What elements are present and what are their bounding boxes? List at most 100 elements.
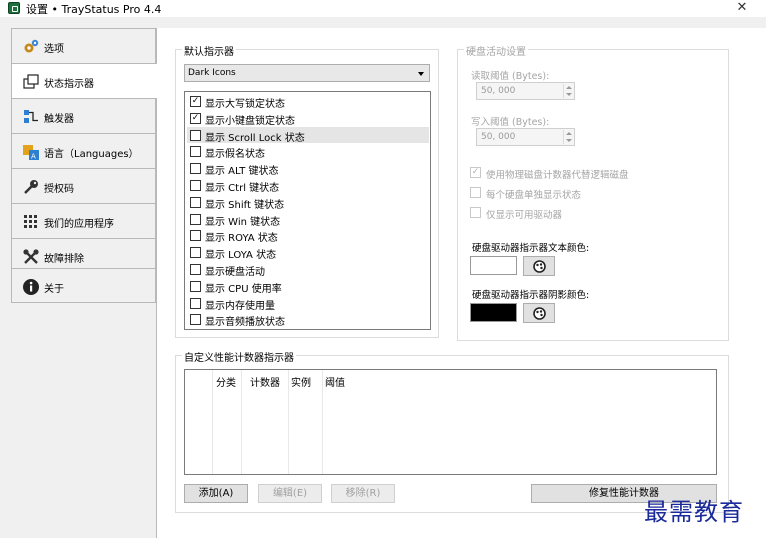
tab-our-apps[interactable]: 我们的应用程序 bbox=[11, 203, 156, 238]
column-divider bbox=[322, 370, 323, 474]
close-button[interactable]: ✕ bbox=[734, 0, 750, 16]
title-bar: 设置 • TrayStatus Pro 4.4 ✕ bbox=[0, 0, 766, 17]
indicator-label: 显示音频播放状态 bbox=[205, 317, 285, 329]
column-header-threshold[interactable]: 阈值 bbox=[325, 374, 345, 389]
indicator-label: 显示小键盘锁定状态 bbox=[205, 115, 295, 127]
edit-button[interactable]: 编辑(E) bbox=[258, 484, 322, 503]
read-threshold-value: 50, 000 bbox=[481, 86, 516, 96]
indicator-checkbox[interactable] bbox=[190, 196, 201, 208]
write-threshold-input[interactable]: 50, 000 bbox=[476, 128, 575, 146]
tab-label: 选项 bbox=[44, 44, 64, 55]
indicator-item[interactable]: 显示 ALT 键状态 bbox=[187, 160, 429, 177]
tab-triggers[interactable]: 触发器 bbox=[11, 98, 156, 133]
info-icon bbox=[23, 279, 39, 295]
text-color-label: 硬盘驱动器指示器文本颜色: bbox=[472, 243, 590, 254]
indicator-checkbox[interactable] bbox=[190, 264, 201, 275]
group-label: 默认指示器 bbox=[182, 43, 236, 58]
tab-options[interactable]: 选项 bbox=[11, 28, 156, 63]
indicator-checkbox[interactable]: ✓ bbox=[190, 96, 201, 107]
app-icon bbox=[8, 2, 20, 14]
indicator-checklist[interactable]: ✓ 显示大写锁定状态 ✓ 显示小键盘锁定状态 显示 Scroll Lock 状态 显示假名… bbox=[184, 91, 431, 330]
tab-label: 我们的应用程序 bbox=[44, 219, 114, 230]
indicator-item[interactable]: 显示 Win 键状态 bbox=[187, 211, 429, 228]
indicator-item[interactable]: ✓ 显示大写锁定状态 bbox=[187, 93, 429, 110]
indicator-label: 显示内存使用量 bbox=[205, 300, 275, 312]
tab-status-indicators[interactable]: 状态指示器 bbox=[11, 63, 157, 98]
column-divider bbox=[212, 370, 213, 474]
tab-divider bbox=[11, 302, 156, 303]
window-title: 设置 • TrayStatus Pro 4.4 bbox=[26, 3, 162, 16]
shadow-color-swatch bbox=[470, 303, 517, 322]
watermark-text: 最需教育 bbox=[644, 498, 744, 526]
tab-license-key[interactable]: 授权码 bbox=[11, 168, 156, 203]
indicator-checkbox[interactable] bbox=[190, 163, 201, 175]
per-disk-checkbox[interactable] bbox=[470, 187, 481, 198]
indicator-checkbox[interactable]: ✓ bbox=[190, 112, 201, 124]
tab-label: 状态指示器 bbox=[44, 79, 94, 90]
windows-icon bbox=[23, 74, 39, 89]
write-threshold-label: 写入阈值 (Bytes): bbox=[471, 117, 550, 128]
svg-text:A: A bbox=[31, 153, 36, 161]
indicator-checkbox[interactable] bbox=[190, 213, 201, 225]
indicator-checkbox[interactable] bbox=[190, 180, 201, 191]
tools-icon bbox=[23, 249, 39, 264]
palette-icon bbox=[533, 307, 546, 320]
column-header-instance[interactable]: 实例 bbox=[291, 374, 311, 389]
indicator-item[interactable]: 显示 Shift 键状态 bbox=[187, 194, 429, 211]
read-threshold-input[interactable]: 50, 000 bbox=[476, 82, 575, 100]
indicator-item[interactable]: 显示 ROYA 状态 bbox=[187, 227, 429, 244]
trigger-icon bbox=[24, 110, 38, 123]
gears-icon bbox=[24, 39, 39, 53]
column-header-category[interactable]: 分类 bbox=[216, 374, 236, 389]
per-disk-label: 每个硬盘单独显示状态 bbox=[486, 190, 582, 201]
indicator-checkbox[interactable] bbox=[190, 230, 201, 242]
indicator-label: 显示假名状态 bbox=[205, 149, 265, 161]
group-label: 硬盘活动设置 bbox=[464, 43, 528, 58]
indicator-checkbox[interactable] bbox=[190, 280, 201, 292]
column-divider bbox=[288, 370, 289, 474]
indicator-label: 显示 Scroll Lock 状态 bbox=[205, 132, 305, 144]
shadow-color-picker-button[interactable] bbox=[523, 303, 555, 323]
indicator-checkbox[interactable] bbox=[190, 247, 201, 259]
physical-disk-checkbox[interactable]: ✓ bbox=[470, 167, 481, 178]
physical-disk-label: 使用物理磁盘计数器代替逻辑磁盘 bbox=[486, 170, 629, 181]
tab-language[interactable]: A 语言（Languages） bbox=[11, 133, 156, 168]
text-color-picker-button[interactable] bbox=[523, 256, 555, 276]
indicator-label: 显示 Shift 键状态 bbox=[205, 199, 285, 211]
counters-table[interactable]: 分类 计数器 实例 阈值 bbox=[184, 369, 717, 475]
tab-label: 语言（Languages） bbox=[44, 149, 139, 160]
indicator-item[interactable]: 显示 Scroll Lock 状态 bbox=[187, 126, 429, 144]
indicator-item[interactable]: ✓ 显示小键盘锁定状态 bbox=[187, 110, 429, 127]
indicator-item[interactable]: 显示硬盘活动 bbox=[187, 261, 429, 278]
indicator-label: 显示 Ctrl 键状态 bbox=[205, 183, 280, 194]
icon-theme-select[interactable]: Dark Icons bbox=[184, 64, 430, 82]
write-threshold-value: 50, 000 bbox=[481, 132, 516, 142]
spin-arrows-icon[interactable] bbox=[563, 130, 573, 144]
column-header-counter[interactable]: 计数器 bbox=[250, 374, 280, 389]
spin-arrows-icon[interactable] bbox=[563, 84, 573, 98]
indicator-item[interactable]: 显示 Ctrl 键状态 bbox=[187, 177, 429, 194]
apps-icon bbox=[24, 215, 37, 228]
shadow-color-label: 硬盘驱动器指示器阴影颜色: bbox=[472, 290, 590, 301]
tab-about[interactable]: 关于 bbox=[11, 268, 156, 303]
add-button[interactable]: 添加(A) bbox=[184, 484, 248, 503]
indicator-checkbox[interactable] bbox=[190, 314, 201, 326]
indicator-item[interactable]: 显示内存使用量 bbox=[187, 295, 429, 312]
indicator-item[interactable]: 显示假名状态 bbox=[187, 143, 429, 161]
indicator-item[interactable]: 显示 CPU 使用率 bbox=[187, 278, 429, 295]
indicator-item[interactable]: 显示音频播放状态 bbox=[187, 311, 429, 329]
indicator-checkbox[interactable] bbox=[190, 129, 201, 141]
chevron-down-icon bbox=[418, 72, 424, 76]
indicator-label: 显示 Win 键状态 bbox=[205, 216, 281, 228]
language-icon: A bbox=[23, 145, 39, 161]
indicator-checkbox[interactable] bbox=[190, 146, 201, 158]
indicator-label: 显示 CPU 使用率 bbox=[205, 283, 282, 295]
tab-label: 故障排除 bbox=[44, 254, 84, 265]
indicator-item[interactable]: 显示 LOYA 状态 bbox=[187, 244, 429, 261]
remove-button[interactable]: 移除(R) bbox=[331, 484, 395, 503]
available-drives-checkbox[interactable] bbox=[470, 207, 481, 218]
palette-icon bbox=[533, 260, 546, 273]
indicator-label: 显示大写锁定状态 bbox=[205, 99, 285, 110]
indicator-checkbox[interactable] bbox=[190, 297, 201, 309]
text-color-swatch bbox=[470, 256, 517, 275]
